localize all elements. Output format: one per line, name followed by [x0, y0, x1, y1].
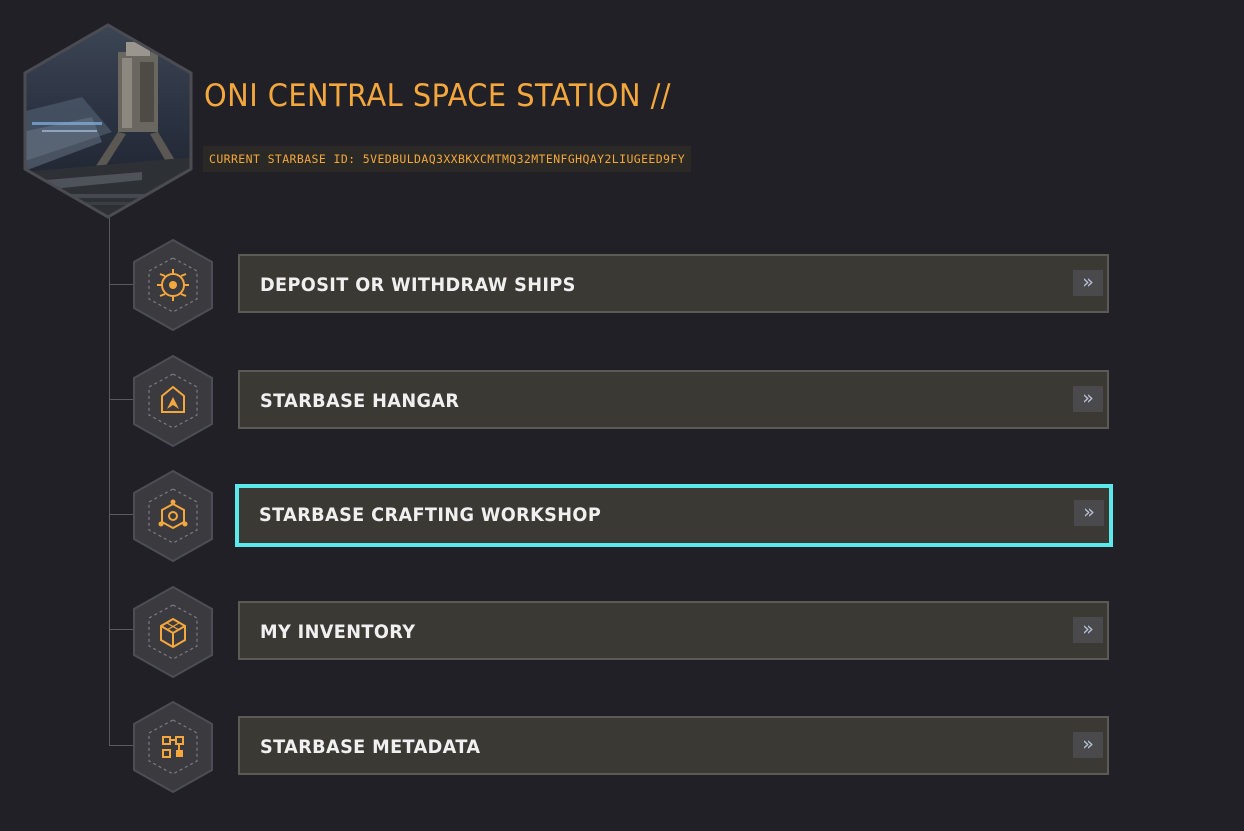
- chevron-right-icon: »: [1073, 270, 1103, 296]
- chevron-right-icon: »: [1073, 386, 1103, 412]
- menu-button-starbase-hangar[interactable]: STARBASE HANGAR »: [238, 370, 1109, 429]
- chevron-right-icon: »: [1073, 617, 1103, 643]
- station-image: [22, 22, 194, 220]
- menu-button-my-inventory[interactable]: MY INVENTORY »: [238, 601, 1109, 660]
- menu-button-crafting-workshop[interactable]: STARBASE CRAFTING WORKSHOP »: [235, 484, 1113, 547]
- crosshair-ship-icon: [131, 238, 215, 332]
- hangar-ship-icon: [131, 354, 215, 448]
- menu-label: STARBASE HANGAR: [260, 390, 460, 412]
- crafting-network-icon: [131, 469, 215, 563]
- station-title: ONI CENTRAL SPACE STATION //: [204, 78, 671, 114]
- menu-label: STARBASE CRAFTING WORKSHOP: [259, 504, 602, 526]
- menu-button-starbase-metadata[interactable]: STARBASE METADATA »: [238, 716, 1109, 775]
- starbase-screen: ONI CENTRAL SPACE STATION // CURRENT STA…: [0, 0, 1244, 831]
- menu-label: MY INVENTORY: [260, 621, 416, 643]
- starbase-id: CURRENT STARBASE ID: 5VEDBULDAQ3XXBKXCMT…: [203, 146, 692, 172]
- menu-label: STARBASE METADATA: [260, 736, 481, 758]
- menu-button-deposit-withdraw[interactable]: DEPOSIT OR WITHDRAW SHIPS »: [238, 254, 1109, 313]
- menu-label: DEPOSIT OR WITHDRAW SHIPS: [260, 274, 576, 296]
- metadata-grid-icon: [131, 700, 215, 794]
- cube-inventory-icon: [131, 585, 215, 679]
- tree-connector: [109, 218, 110, 746]
- chevron-right-icon: »: [1074, 500, 1104, 526]
- chevron-right-icon: »: [1073, 732, 1103, 758]
